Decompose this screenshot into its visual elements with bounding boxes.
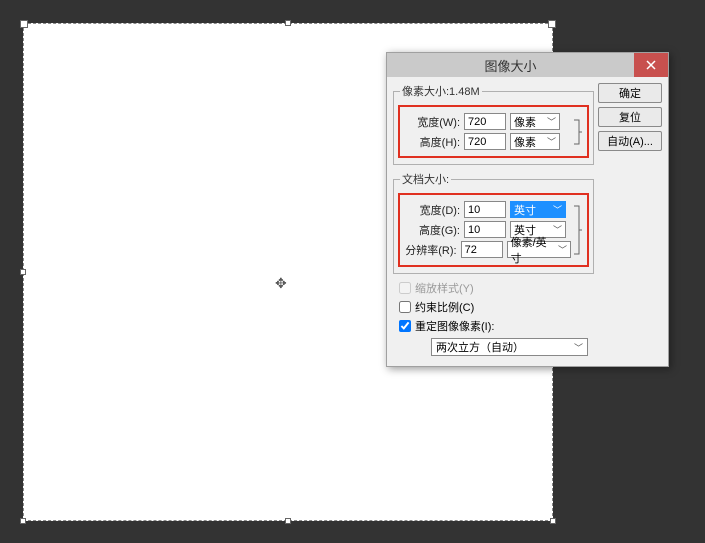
constrain-checkbox[interactable]: [399, 301, 411, 313]
scale-styles-label: 缩放样式(Y): [415, 280, 474, 296]
chevron-down-icon: ﹀: [547, 135, 556, 148]
dialog-titlebar[interactable]: 图像大小: [387, 53, 668, 77]
scale-styles-row: 缩放样式(Y): [399, 280, 594, 296]
ok-button[interactable]: 确定: [598, 83, 662, 103]
auto-button[interactable]: 自动(A)...: [598, 131, 662, 151]
doc-width-unit-select[interactable]: 英寸 ﹀: [510, 201, 566, 218]
pixel-height-input[interactable]: [464, 133, 506, 150]
doc-link-bracket-icon: [571, 198, 583, 262]
close-button[interactable]: [634, 53, 668, 77]
resample-checkbox[interactable]: [399, 320, 411, 332]
constrain-row[interactable]: 约束比例(C): [399, 299, 594, 315]
pixel-height-unit-select[interactable]: 像素 ﹀: [510, 133, 560, 150]
doc-width-label: 宽度(D):: [404, 202, 460, 218]
move-cursor-icon: ✥: [275, 275, 287, 292]
doc-height-label: 高度(G):: [404, 222, 460, 238]
resolution-label: 分辨率(R):: [404, 242, 457, 258]
pixel-dimensions-group: 像素大小:1.48M 宽度(W): 像素 ﹀: [393, 83, 594, 165]
chevron-down-icon: ﹀: [574, 341, 583, 354]
pixel-dimensions-legend: 像素大小:1.48M: [400, 83, 482, 99]
chevron-down-icon: ﹀: [547, 115, 556, 128]
chevron-down-icon: ﹀: [553, 203, 562, 216]
resample-row[interactable]: 重定图像像素(I):: [399, 318, 594, 334]
chevron-down-icon: ﹀: [553, 223, 562, 236]
chevron-down-icon: ﹀: [558, 243, 567, 256]
doc-width-input[interactable]: [464, 201, 506, 218]
reset-button[interactable]: 复位: [598, 107, 662, 127]
pixel-link-bracket-icon: [571, 110, 583, 153]
document-size-legend: 文档大小:: [400, 171, 451, 187]
scale-styles-checkbox: [399, 282, 411, 294]
dialog-title: 图像大小: [387, 56, 634, 75]
resolution-input[interactable]: [461, 241, 503, 258]
doc-highlight-box: 宽度(D): 英寸 ﹀ 高度(G):: [398, 193, 589, 267]
resample-label: 重定图像像素(I):: [415, 318, 494, 334]
doc-height-input[interactable]: [464, 221, 506, 238]
document-size-group: 文档大小: 宽度(D): 英寸 ﹀: [393, 171, 594, 274]
pixel-width-label: 宽度(W):: [404, 114, 460, 130]
constrain-label: 约束比例(C): [415, 299, 474, 315]
image-size-dialog: 图像大小 像素大小:1.48M 宽度(W): 像素: [386, 52, 669, 367]
close-icon: [646, 60, 656, 70]
pixel-height-label: 高度(H):: [404, 134, 460, 150]
pixel-width-input[interactable]: [464, 113, 506, 130]
pixel-width-unit-select[interactable]: 像素 ﹀: [510, 113, 560, 130]
resolution-unit-select[interactable]: 像素/英寸 ﹀: [507, 241, 571, 258]
pixel-highlight-box: 宽度(W): 像素 ﹀ 高度(H):: [398, 105, 589, 158]
resample-method-select[interactable]: 两次立方（自动） ﹀: [431, 338, 588, 356]
